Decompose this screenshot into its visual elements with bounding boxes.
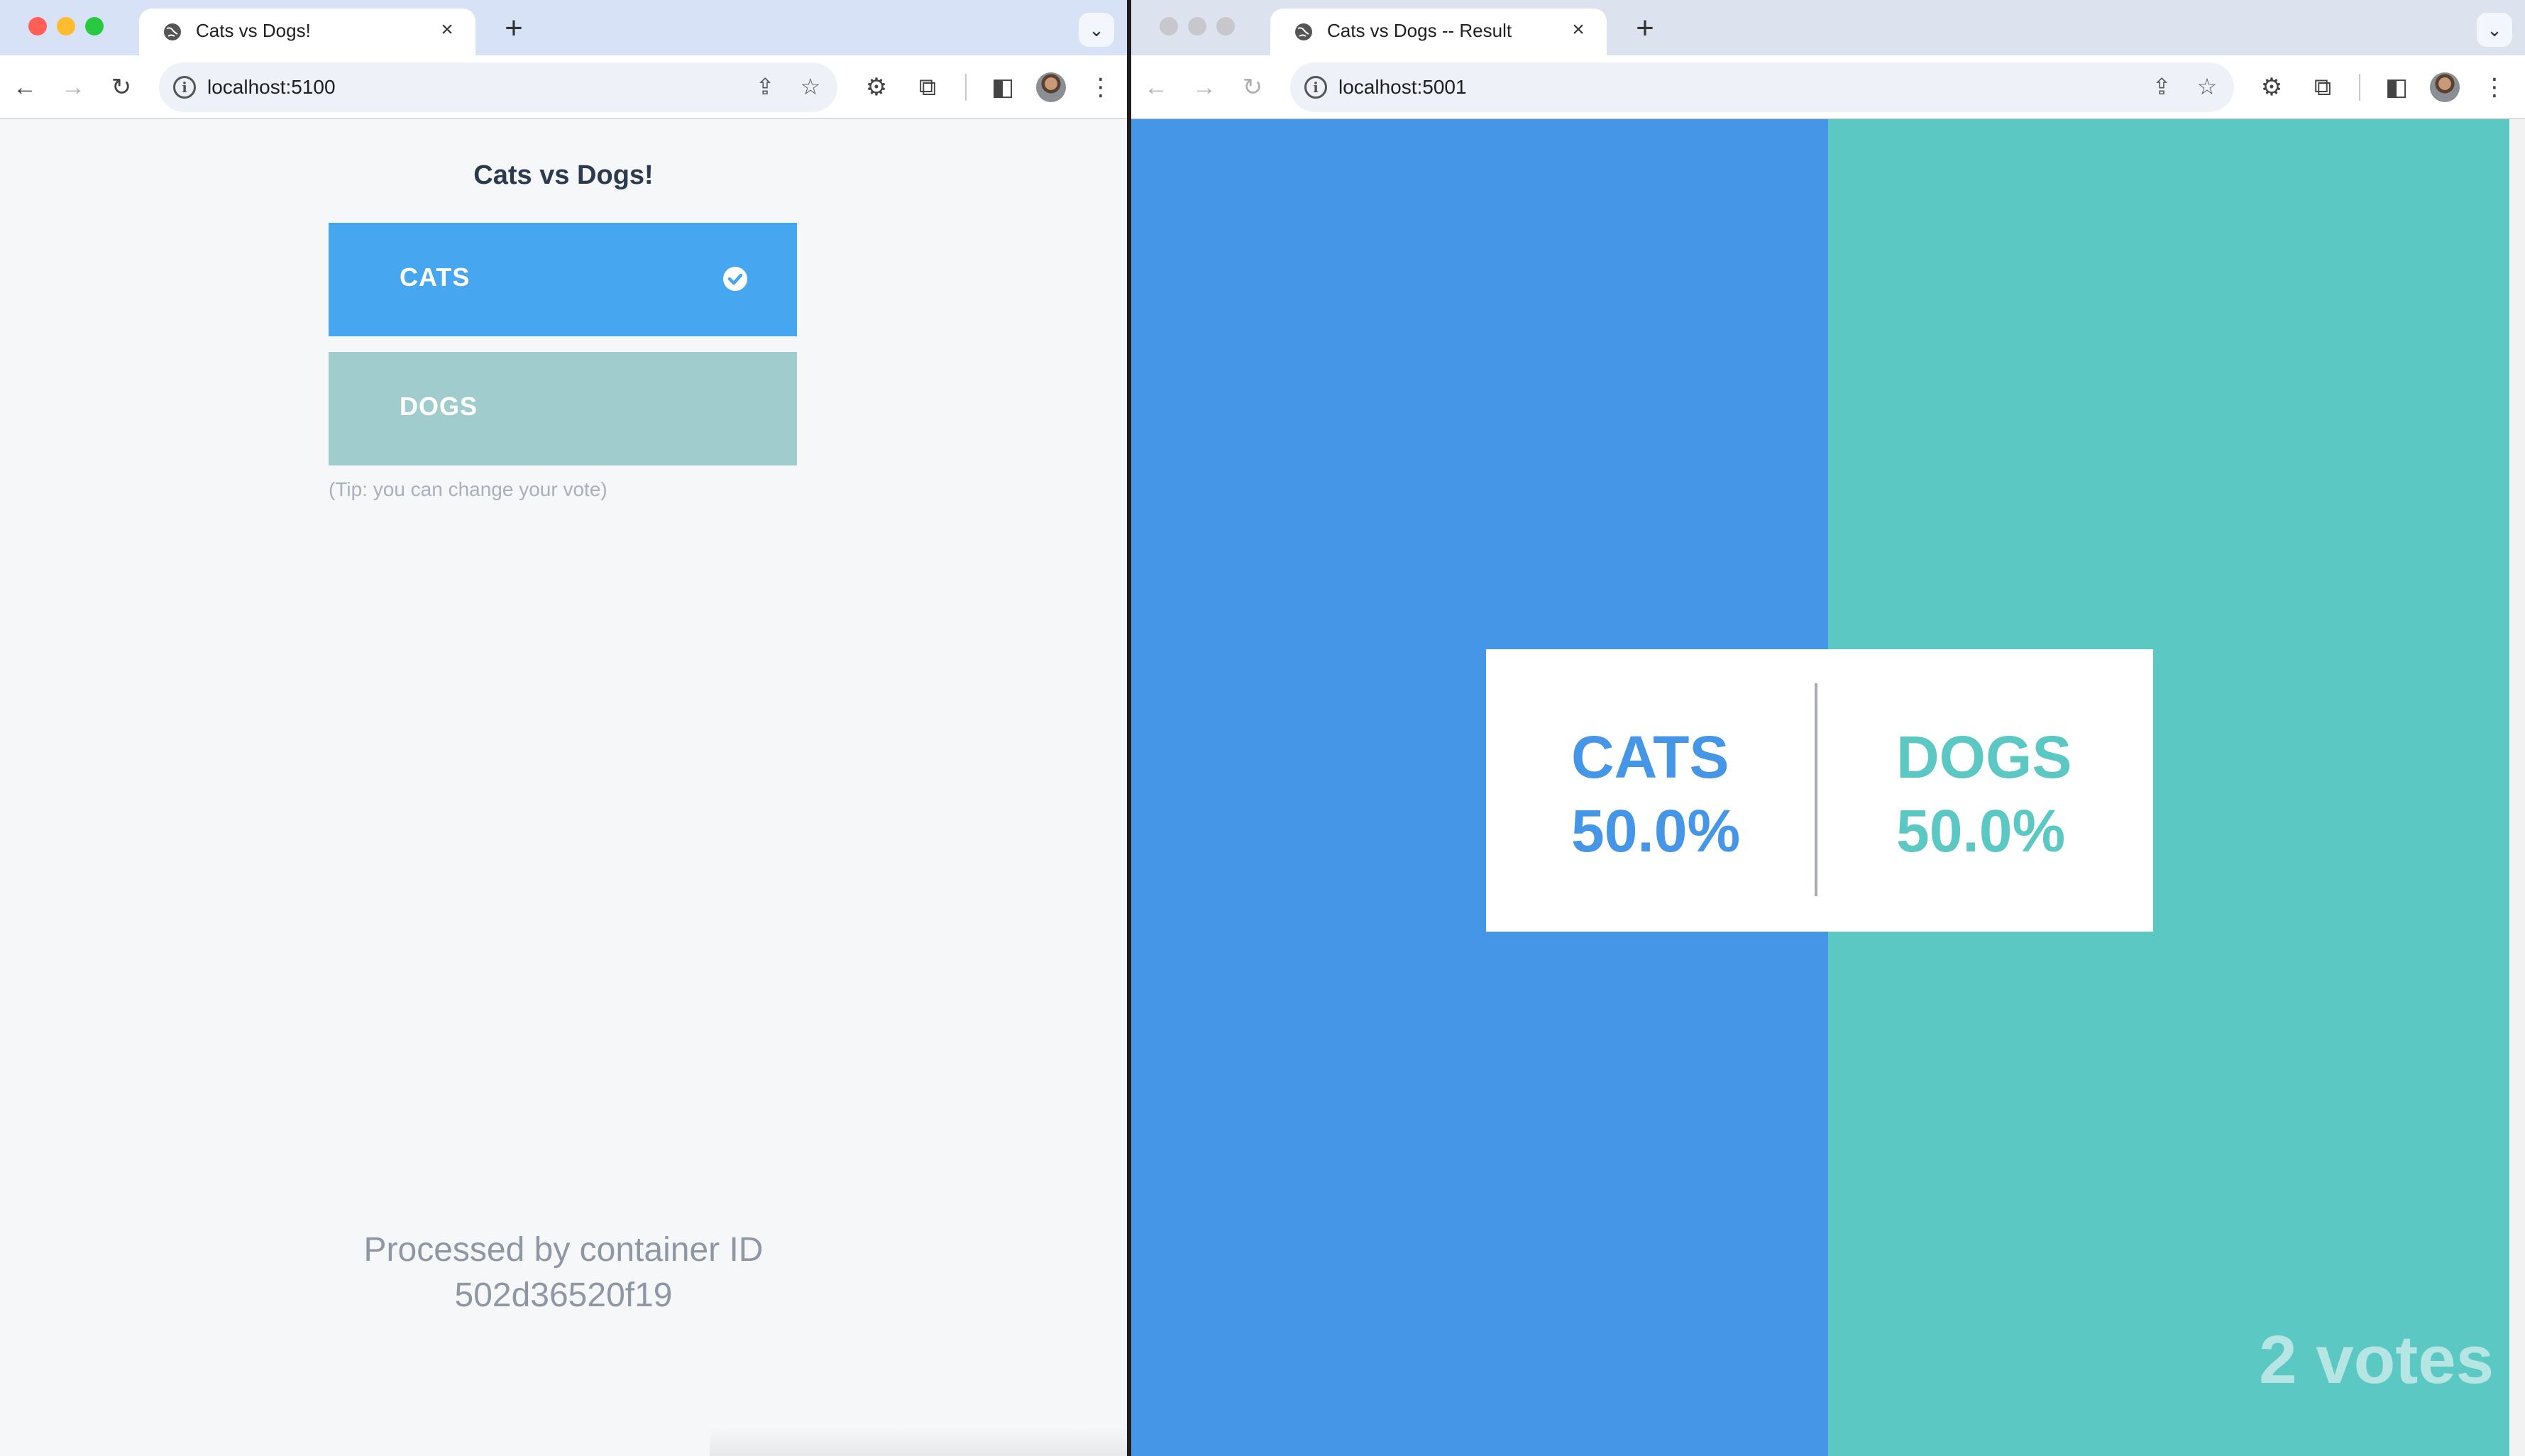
result-page: CATS 50.0% DOGS 50.0% 2 votes (1131, 119, 2525, 1456)
tab-title: Cats vs Dogs! (196, 20, 311, 41)
tab-strip: Cats vs Dogs! × + ⌄ (0, 0, 1127, 55)
site-info-icon[interactable]: i (173, 76, 196, 99)
globe-icon (164, 23, 181, 40)
extension-gear-icon[interactable]: ⚙ (859, 70, 894, 105)
tip-text: (Tip: you can change your vote) (329, 478, 607, 500)
container-id: 502d36520f19 (454, 1276, 673, 1314)
close-icon[interactable]: × (1567, 18, 1590, 41)
back-icon[interactable]: ← (7, 70, 43, 105)
vote-count: 2 votes (2259, 1322, 2494, 1398)
forward-icon[interactable]: → (1187, 70, 1222, 105)
toolbar-divider (965, 74, 967, 101)
cats-result-label: CATS (1571, 724, 1729, 790)
vote-page: Cats vs Dogs! CATS DOGS (Tip: you can ch… (0, 119, 1127, 1456)
browser-toolbar: ← → ↻ i localhost:5001 ⇪ ☆ ⚙ ⧉ ◧ ⋮ (1131, 55, 2525, 119)
zoom-window-button[interactable] (1216, 17, 1235, 35)
bottom-shadow (710, 1428, 1127, 1456)
new-tab-button[interactable]: + (1628, 13, 1662, 47)
new-tab-button[interactable]: + (497, 13, 531, 47)
back-icon[interactable]: ← (1138, 70, 1174, 105)
traffic-lights (1160, 17, 1235, 35)
tab-strip: Cats vs Dogs -- Result × + ⌄ (1131, 0, 2525, 55)
side-panel-icon[interactable]: ◧ (985, 70, 1021, 105)
vote-dogs-button[interactable]: DOGS (329, 352, 797, 465)
share-icon[interactable]: ⇪ (2147, 72, 2176, 101)
browser-tab[interactable]: Cats vs Dogs -- Result × (1270, 9, 1607, 55)
dogs-result: DOGS 50.0% (1896, 720, 2180, 868)
page-title: Cats vs Dogs! (473, 160, 654, 190)
minimize-window-button[interactable] (57, 17, 75, 35)
checkmark-icon (723, 267, 747, 291)
minimize-window-button[interactable] (1188, 17, 1206, 35)
more-menu-icon[interactable]: ⋮ (2477, 70, 2512, 105)
scrollbar-track[interactable] (2509, 119, 2525, 1456)
vote-cats-label: CATS (400, 263, 471, 292)
address-bar[interactable]: i localhost:5100 ⇪ ☆ (159, 62, 837, 112)
reload-icon[interactable]: ↻ (104, 70, 139, 105)
address-bar[interactable]: i localhost:5001 ⇪ ☆ (1290, 62, 2234, 112)
url-text[interactable]: localhost:5100 (207, 76, 336, 99)
tab-search-chevron-icon[interactable]: ⌄ (1079, 13, 1114, 47)
close-icon[interactable]: × (436, 18, 458, 41)
extension-gear-icon[interactable]: ⚙ (2254, 70, 2289, 105)
vote-browser-window: Cats vs Dogs! × + ⌄ ← → ↻ i localhost:51… (0, 0, 1127, 1456)
tab-search-chevron-icon[interactable]: ⌄ (2477, 13, 2512, 47)
dogs-result-percent: 50.0% (1896, 798, 2066, 864)
result-card: CATS 50.0% DOGS 50.0% (1486, 649, 2153, 932)
zoom-window-button[interactable] (85, 17, 104, 35)
browser-toolbar: ← → ↻ i localhost:5100 ⇪ ☆ ⚙ ⧉ ◧ ⋮ (0, 55, 1127, 119)
share-icon[interactable]: ⇪ (751, 72, 779, 101)
result-browser-window: Cats vs Dogs -- Result × + ⌄ ← → ↻ i loc… (1131, 0, 2525, 1456)
close-window-button[interactable] (28, 17, 47, 35)
cats-result: CATS 50.0% (1571, 720, 1855, 868)
side-panel-icon[interactable]: ◧ (2379, 70, 2414, 105)
tab-title: Cats vs Dogs -- Result (1327, 20, 1512, 41)
close-window-button[interactable] (1160, 17, 1178, 35)
profile-avatar[interactable] (1036, 72, 1066, 102)
reload-icon[interactable]: ↻ (1235, 70, 1270, 105)
url-text[interactable]: localhost:5001 (1338, 76, 1467, 99)
traffic-lights (28, 17, 104, 35)
forward-icon[interactable]: → (55, 70, 91, 105)
bookmark-star-icon[interactable]: ☆ (796, 72, 825, 101)
container-info: Processed by container ID 502d36520f19 (0, 1228, 1127, 1318)
cats-result-percent: 50.0% (1571, 798, 1741, 864)
extensions-puzzle-icon[interactable]: ⧉ (910, 70, 945, 105)
more-menu-icon[interactable]: ⋮ (1083, 70, 1118, 105)
vote-cats-button[interactable]: CATS (329, 223, 797, 336)
result-divider (1815, 683, 1817, 896)
globe-icon (1295, 23, 1312, 40)
toolbar-divider (2359, 74, 2360, 101)
site-info-icon[interactable]: i (1304, 76, 1327, 99)
profile-avatar[interactable] (2430, 72, 2460, 102)
browser-tab[interactable]: Cats vs Dogs! × (139, 9, 475, 55)
bookmark-star-icon[interactable]: ☆ (2193, 72, 2221, 101)
container-info-label: Processed by container ID (363, 1231, 764, 1269)
vote-dogs-label: DOGS (400, 392, 478, 421)
dogs-result-label: DOGS (1896, 724, 2072, 790)
extensions-puzzle-icon[interactable]: ⧉ (2305, 70, 2340, 105)
